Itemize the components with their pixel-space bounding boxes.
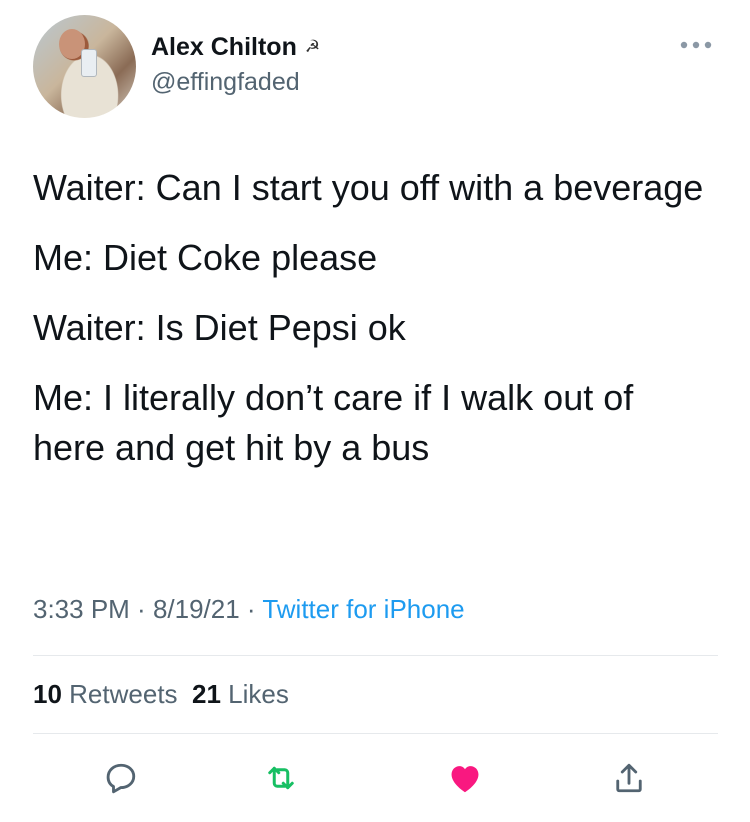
retweets-count: 10 xyxy=(33,679,62,709)
tweet-time[interactable]: 3:33 PM xyxy=(33,594,130,624)
heart-icon xyxy=(451,766,479,793)
share-button[interactable] xyxy=(601,750,657,806)
divider xyxy=(33,655,718,656)
tweet-date[interactable]: 8/19/21 xyxy=(153,594,240,624)
tweet-header: Alex Chilton ☭ @effingfaded xyxy=(33,15,723,125)
retweets-stat[interactable]: 10 Retweets xyxy=(33,679,178,709)
likes-stat[interactable]: 21 Likes xyxy=(192,679,289,709)
tweet-text: Waiter: Can I start you off with a bever… xyxy=(33,163,713,493)
tweet-line: Me: I literally don’t care if I walk out… xyxy=(33,377,634,468)
tweet-source-link[interactable]: Twitter for iPhone xyxy=(262,594,464,624)
author-name[interactable]: Alex Chilton xyxy=(151,32,297,62)
tweet-line: Me: Diet Coke please xyxy=(33,237,378,278)
meta-separator: · xyxy=(129,594,153,624)
avatar[interactable] xyxy=(33,15,136,118)
reply-icon xyxy=(106,763,136,794)
divider xyxy=(33,733,718,734)
like-button[interactable] xyxy=(437,750,493,806)
hammer-sickle-icon: ☭ xyxy=(304,37,321,56)
tweet-meta: 3:33 PM · 8/19/21 · Twitter for iPhone xyxy=(33,592,465,626)
share-icon xyxy=(616,763,642,793)
likes-label: Likes xyxy=(228,679,289,709)
author-handle[interactable]: @effingfaded xyxy=(151,67,300,97)
meta-separator: · xyxy=(239,594,263,624)
author-name-row: Alex Chilton ☭ xyxy=(151,32,320,62)
tweet-actions xyxy=(33,750,718,806)
tweet-line: Waiter: Is Diet Pepsi ok xyxy=(33,307,406,348)
retweet-icon xyxy=(268,766,294,790)
retweet-button[interactable] xyxy=(253,750,309,806)
likes-count: 21 xyxy=(192,679,221,709)
retweets-label: Retweets xyxy=(69,679,178,709)
tweet-stats: 10 Retweets 21 Likes xyxy=(33,677,289,711)
avatar-phone xyxy=(81,49,97,77)
tweet-line: Waiter: Can I start you off with a bever… xyxy=(33,167,704,208)
more-dots-icon[interactable] xyxy=(679,39,713,50)
reply-button[interactable] xyxy=(93,750,149,806)
